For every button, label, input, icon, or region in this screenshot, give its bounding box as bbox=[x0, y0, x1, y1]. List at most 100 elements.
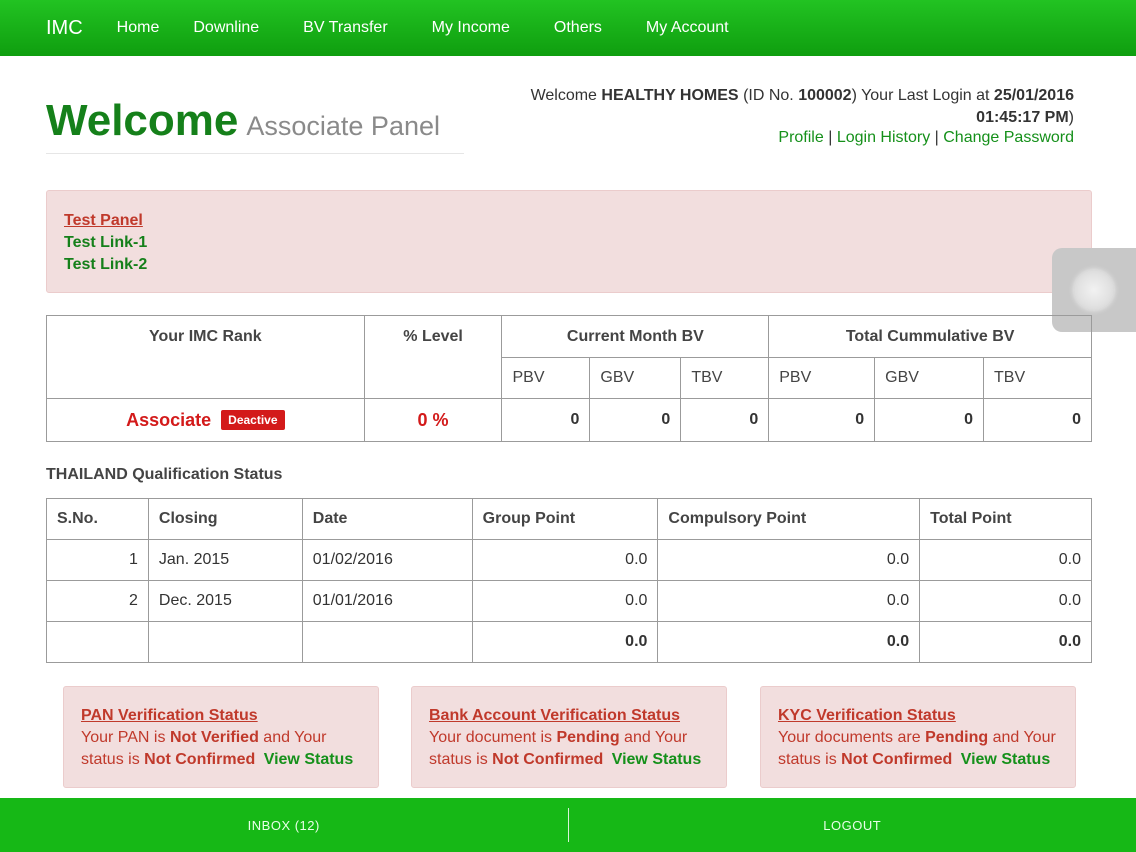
logout-button[interactable]: LOGOUT bbox=[569, 798, 1136, 852]
current-gbv-value: 0 bbox=[589, 398, 682, 442]
col-total-point: Total Point bbox=[919, 498, 1092, 540]
nav-others[interactable]: Others bbox=[554, 19, 602, 37]
nav-bv-transfer[interactable]: BV Transfer bbox=[303, 19, 387, 37]
level-value: 0 % bbox=[417, 409, 449, 430]
cell-date: 01/01/2016 bbox=[301, 580, 473, 622]
page-title: Welcome Associate Panel bbox=[46, 96, 464, 154]
cell-group-point: 0.0 bbox=[471, 539, 659, 581]
cell-compulsory-point: 0.0 bbox=[657, 580, 921, 622]
col-sno: S.No. bbox=[46, 498, 149, 540]
header-total-cumulative-bv: Total Cummulative BV bbox=[768, 315, 1092, 358]
col-date: Date bbox=[301, 498, 473, 540]
panel-subtitle: Associate Panel bbox=[246, 111, 440, 141]
bottom-bar: INBOX (12) LOGOUT bbox=[0, 798, 1136, 852]
subheader-pbv: PBV bbox=[501, 357, 591, 399]
nav-downline[interactable]: Downline bbox=[193, 19, 259, 37]
last-login-time: 01:45:17 PM bbox=[976, 109, 1069, 126]
status-badge: Deactive bbox=[221, 409, 285, 430]
status-text: Your documents are bbox=[778, 729, 926, 746]
status-text: and Your bbox=[619, 729, 688, 746]
total-pbv-value: 0 bbox=[768, 398, 876, 442]
pan-verification-title[interactable]: PAN Verification Status bbox=[81, 705, 361, 727]
header-imc-rank: Your IMC Rank bbox=[46, 315, 365, 399]
subheader-tbv: TBV bbox=[680, 357, 770, 399]
table-row: 2 Dec. 2015 01/01/2016 0.0 0.0 0.0 bbox=[46, 580, 1092, 622]
id-label: (ID No. bbox=[743, 87, 794, 104]
top-navbar: IMC Home Downline BV Transfer My Income … bbox=[0, 0, 1136, 56]
link-separator: | bbox=[934, 129, 939, 146]
view-status-link[interactable]: View Status bbox=[264, 751, 354, 768]
last-login-date: 25/01/2016 bbox=[993, 87, 1074, 104]
test-link-1[interactable]: Test Link-1 bbox=[64, 232, 1074, 254]
welcome-heading: Welcome bbox=[46, 96, 239, 145]
change-password-link[interactable]: Change Password bbox=[943, 129, 1074, 146]
qualification-table: S.No. Closing Date Group Point Compulsor… bbox=[46, 498, 1092, 663]
total-group-point: 0.0 bbox=[471, 621, 659, 663]
total-gbv-value: 0 bbox=[874, 398, 985, 442]
status-text: Your document is bbox=[429, 729, 557, 746]
status-value: Not Confirmed bbox=[492, 751, 604, 768]
assist-dot-icon bbox=[1074, 270, 1114, 310]
kyc-verification-title[interactable]: KYC Verification Status bbox=[778, 705, 1058, 727]
current-pbv-value: 0 bbox=[501, 398, 591, 442]
current-tbv-value: 0 bbox=[680, 398, 770, 442]
status-value: Not Confirmed bbox=[144, 751, 256, 768]
cell-empty bbox=[301, 621, 473, 663]
status-text: and Your bbox=[988, 729, 1056, 746]
col-compulsory-point: Compulsory Point bbox=[657, 498, 921, 540]
cell-sno: 2 bbox=[46, 580, 149, 622]
bank-verification-title[interactable]: Bank Account Verification Status bbox=[429, 705, 709, 727]
status-text: status is bbox=[429, 751, 493, 768]
level-cell: 0 % bbox=[363, 398, 503, 442]
view-status-link[interactable]: View Status bbox=[612, 751, 702, 768]
subheader-pbv: PBV bbox=[768, 357, 876, 399]
test-panel: Test Panel Test Link-1 Test Link-2 bbox=[46, 190, 1092, 293]
total-total-point: 0.0 bbox=[919, 621, 1092, 663]
status-value: Pending bbox=[925, 729, 989, 746]
test-panel-title[interactable]: Test Panel bbox=[64, 210, 1074, 232]
nav-my-account[interactable]: My Account bbox=[646, 19, 729, 37]
nav-my-income[interactable]: My Income bbox=[432, 19, 510, 37]
pan-verification-box: PAN Verification Status Your PAN is Not … bbox=[63, 686, 379, 788]
inbox-button[interactable]: INBOX (12) bbox=[0, 798, 568, 852]
cell-closing: Dec. 2015 bbox=[147, 580, 303, 622]
subheader-gbv: GBV bbox=[589, 357, 682, 399]
totals-row: 0.0 0.0 0.0 bbox=[46, 621, 1092, 663]
total-tbv-value: 0 bbox=[983, 398, 1092, 442]
cell-empty bbox=[147, 621, 303, 663]
user-links: Profile | Login History | Change Passwor… bbox=[778, 129, 1074, 147]
login-history-link[interactable]: Login History bbox=[837, 129, 930, 146]
col-closing: Closing bbox=[147, 498, 303, 540]
user-id: 100002 bbox=[798, 87, 852, 104]
cell-total-point: 0.0 bbox=[919, 580, 1092, 622]
test-link-2[interactable]: Test Link-2 bbox=[64, 254, 1074, 276]
total-compulsory-point: 0.0 bbox=[657, 621, 921, 663]
subheader-gbv: GBV bbox=[874, 357, 985, 399]
view-status-link[interactable]: View Status bbox=[961, 751, 1051, 768]
subheader-tbv: TBV bbox=[983, 357, 1092, 399]
rank-table: Your IMC Rank % Level Current Month BV T… bbox=[46, 315, 1092, 442]
cell-empty bbox=[46, 621, 149, 663]
bank-verification-box: Bank Account Verification Status Your do… bbox=[411, 686, 727, 788]
cell-group-point: 0.0 bbox=[471, 580, 659, 622]
last-login-label: ) Your Last Login at bbox=[851, 87, 990, 104]
status-text: and Your bbox=[258, 729, 327, 746]
nav-home[interactable]: Home bbox=[117, 19, 160, 37]
header-level: % Level bbox=[363, 315, 503, 399]
status-text: status is bbox=[81, 751, 145, 768]
cell-sno: 1 bbox=[46, 539, 149, 581]
link-separator: | bbox=[828, 129, 833, 146]
status-value: Not Verified bbox=[169, 729, 259, 746]
profile-link[interactable]: Profile bbox=[778, 129, 823, 146]
rank-cell: Associate Deactive bbox=[46, 398, 365, 442]
status-value: Not Confirmed bbox=[841, 751, 953, 768]
cell-compulsory-point: 0.0 bbox=[657, 539, 921, 581]
brand-logo[interactable]: IMC bbox=[46, 17, 83, 40]
status-text: status is bbox=[778, 751, 842, 768]
table-row: 1 Jan. 2015 01/02/2016 0.0 0.0 0.0 bbox=[46, 539, 1092, 581]
user-name: HEALTHY HOMES bbox=[601, 87, 739, 104]
kyc-verification-box: KYC Verification Status Your documents a… bbox=[760, 686, 1076, 788]
cell-total-point: 0.0 bbox=[919, 539, 1092, 581]
close-paren: ) bbox=[1068, 109, 1074, 126]
header-current-month-bv: Current Month BV bbox=[501, 315, 770, 358]
